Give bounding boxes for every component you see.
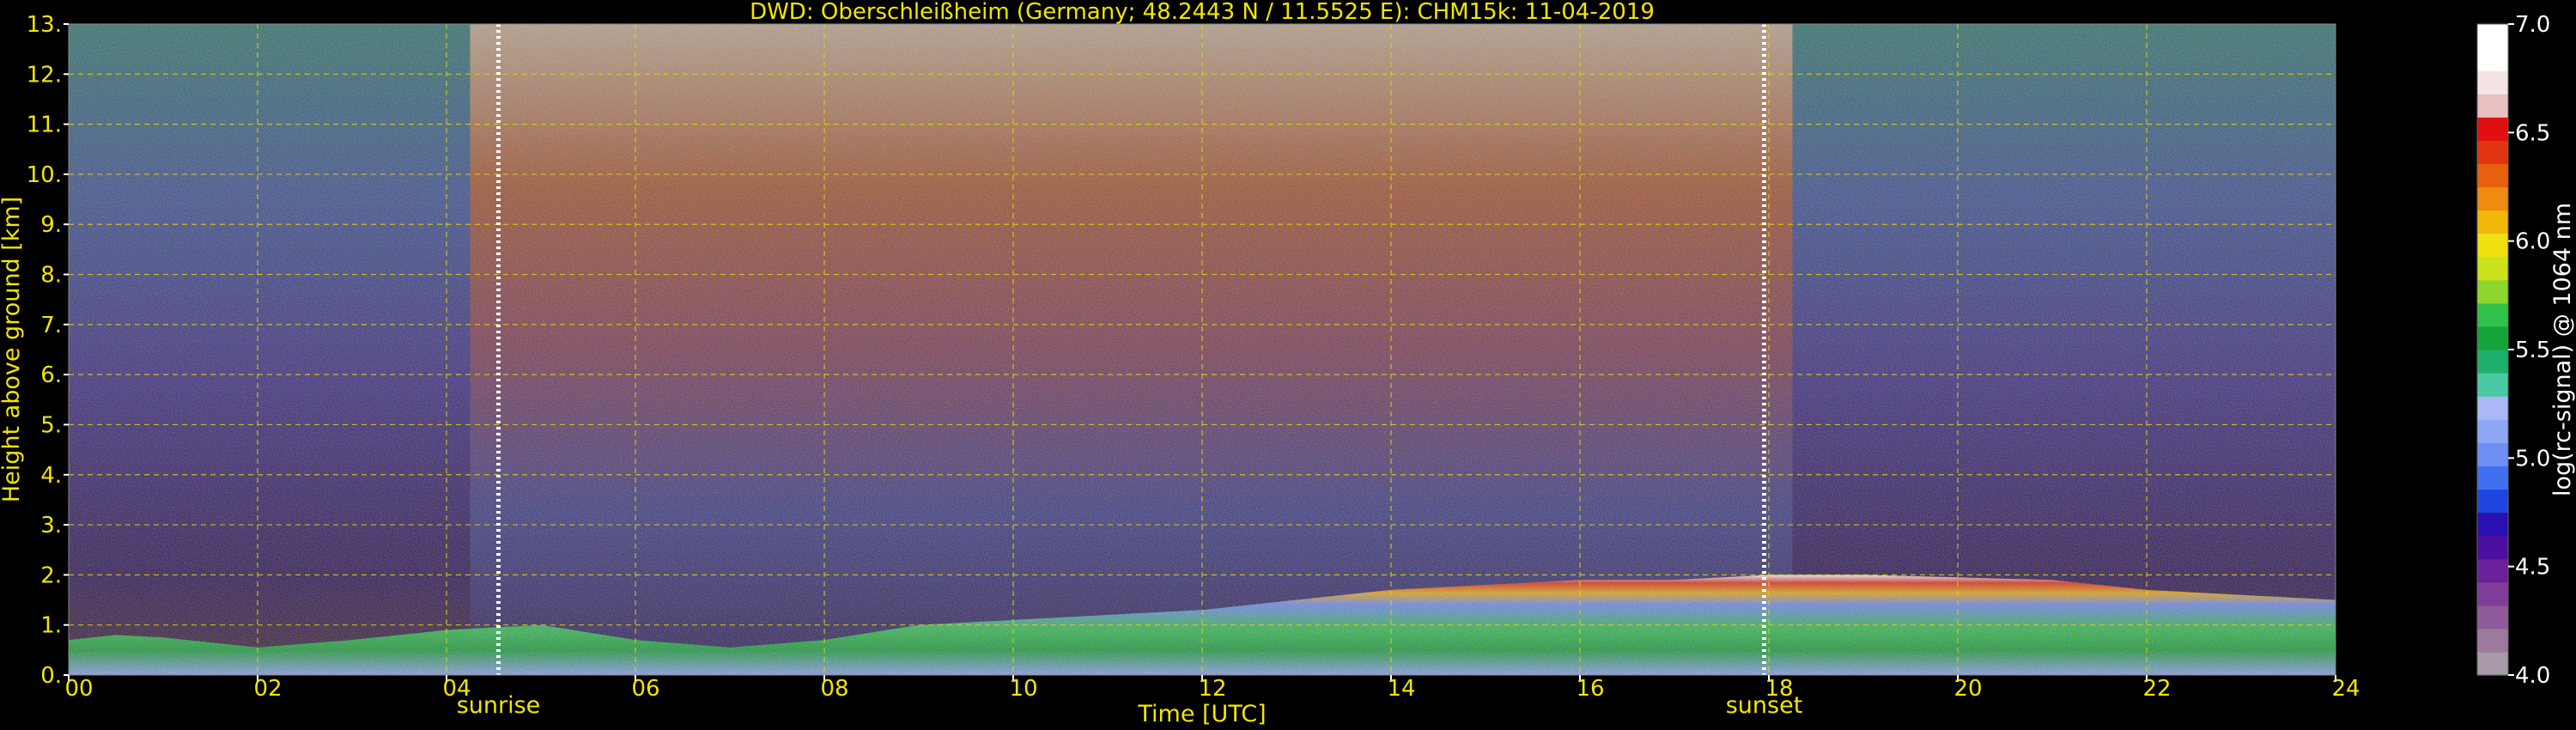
colorbar-swatch: [2477, 373, 2508, 397]
colorbar-tick-label: 4.5: [2515, 555, 2550, 581]
x-tick-label: 12: [1198, 676, 1226, 702]
y-tick-label: 3.: [40, 513, 62, 538]
colorbar-swatch: [2477, 581, 2508, 606]
colorbar-label: log(rc-signal) @ 1064 nm: [2549, 203, 2576, 496]
y-axis: 0. 1. 2. 3. 4. 5. 6. 7. 8. 9. 10. 11. 12. 13.: [27, 12, 69, 689]
colorbar-tick-label: 7.0: [2515, 12, 2550, 38]
colorbar-swatch: [2477, 47, 2508, 71]
colorbar-swatch: [2477, 140, 2508, 165]
y-tick-label: 6.: [40, 362, 62, 388]
colorbar-swatch: [2477, 70, 2508, 94]
colorbar-swatch: [2477, 605, 2508, 630]
y-tick-label: 2.: [40, 563, 62, 588]
colorbar-swatch: [2477, 325, 2508, 350]
y-tick-label: 9.: [40, 212, 62, 238]
colorbar-swatch: [2477, 210, 2508, 234]
x-tick-label: 06: [631, 676, 659, 702]
colorbar-swatch: [2477, 628, 2508, 653]
x-tick-label: 02: [253, 676, 282, 702]
x-axis-label: Time [UTC]: [1137, 701, 1266, 727]
colorbar-tick-label: 6.5: [2515, 120, 2550, 146]
y-tick-label: 10.: [27, 162, 62, 188]
colorbar-swatch: [2477, 465, 2508, 490]
ceilometer-chart: sunrise sunset 00 02 04 06 08 10 12 14 16 18 20 22 24…: [0, 0, 2576, 727]
colorbar-swatch: [2477, 94, 2508, 118]
x-tick-label: 04: [442, 676, 471, 702]
colorbar-tick-label: 4.0: [2515, 663, 2550, 689]
colorbar-swatch: [2477, 442, 2508, 466]
colorbar: 4.0 4.5 5.0 5.5 6.0 6.5 7.0: [2476, 12, 2550, 689]
y-tick-label: 11.: [27, 113, 62, 138]
colorbar-swatch: [2477, 535, 2508, 560]
x-axis: 00 02 04 06 08 10 12 14 16 18 20 22 24: [64, 675, 2360, 702]
y-tick-label: 12.: [27, 62, 62, 88]
y-tick-label: 5.: [40, 412, 62, 438]
y-tick-label: 7.: [40, 313, 62, 338]
colorbar-swatch: [2477, 350, 2508, 374]
colorbar-swatch: [2477, 233, 2508, 258]
x-tick-label: 16: [1576, 676, 1604, 702]
y-tick-label: 0.: [40, 663, 62, 689]
x-tick-label: 10: [1009, 676, 1037, 702]
y-tick-label: 13.: [27, 12, 62, 38]
colorbar-swatch: [2477, 302, 2508, 327]
x-tick-label: 14: [1387, 676, 1415, 702]
x-tick-label: 22: [2142, 676, 2171, 702]
colorbar-swatch: [2477, 396, 2508, 420]
colorbar-swatch: [2477, 256, 2508, 281]
colorbar-swatch: [2477, 651, 2508, 676]
x-tick-label: 20: [1953, 676, 1982, 702]
colorbar-swatch: [2477, 419, 2508, 443]
y-tick-label: 4.: [40, 463, 62, 489]
colorbar-tick-label: 6.0: [2515, 229, 2550, 255]
colorbar-swatch: [2477, 489, 2508, 514]
colorbar-swatch: [2477, 512, 2508, 537]
x-tick-label: 24: [2331, 676, 2360, 702]
chart-title: DWD: Oberschleißheim (Germany; 48.2443 N…: [750, 0, 1655, 25]
colorbar-tick-label: 5.5: [2515, 338, 2550, 363]
colorbar-swatch: [2477, 279, 2508, 304]
y-tick-label: 8.: [40, 263, 62, 289]
colorbar-swatch: [2477, 186, 2508, 211]
colorbar-swatch: [2477, 117, 2508, 141]
x-tick-label: 18: [1765, 676, 1793, 702]
x-tick-label: 00: [64, 676, 93, 702]
y-tick-label: 1.: [40, 613, 62, 639]
y-axis-label: Height above ground [km]: [0, 197, 25, 502]
colorbar-swatch: [2477, 163, 2508, 188]
x-tick-label: 08: [820, 676, 848, 702]
colorbar-swatch: [2477, 558, 2508, 583]
colorbar-tick-label: 5.0: [2515, 446, 2550, 471]
colorbar-swatch: [2477, 24, 2508, 48]
